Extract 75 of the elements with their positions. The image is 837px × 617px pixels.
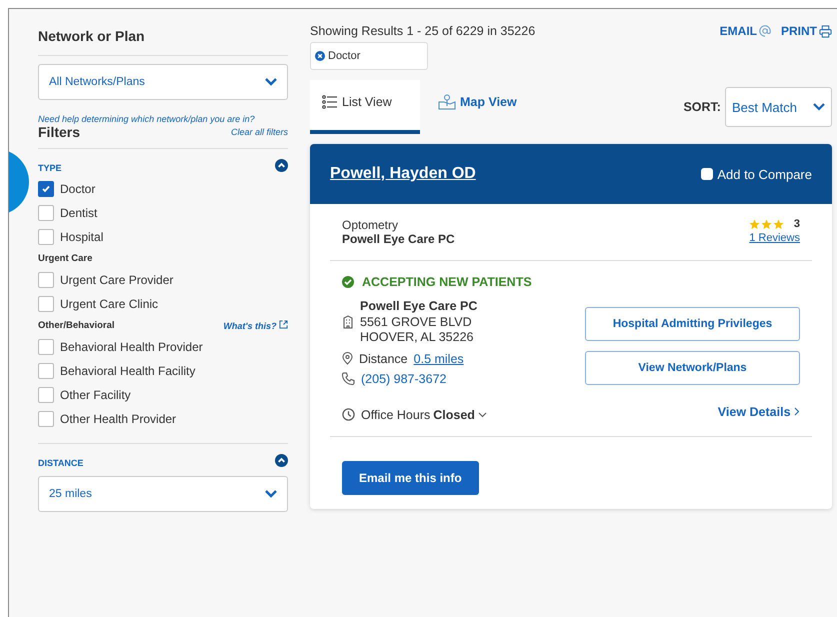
- phone-icon: [342, 372, 355, 386]
- results-summary: Showing Results 1 - 25 of 6229 in 35226: [310, 24, 536, 38]
- filter-section-title: TYPE: [38, 163, 62, 173]
- collapse-toggle-icon[interactable]: [275, 454, 288, 466]
- view-tab[interactable]: List View: [310, 80, 420, 134]
- clock-icon: [342, 408, 355, 422]
- compare-label: Add to Compare: [717, 166, 812, 182]
- checkmark-icon: [41, 184, 51, 194]
- sort-label: SORT:: [683, 100, 721, 114]
- collapse-toggle-icon[interactable]: [275, 158, 288, 172]
- specialty-text: Optometry: [342, 218, 400, 232]
- checkbox[interactable]: [38, 181, 54, 197]
- checkbox-label: Behavioral Health Provider: [60, 340, 203, 354]
- print-link[interactable]: PRINT: [781, 24, 832, 38]
- chevron-right-icon: [794, 406, 800, 416]
- filter-group-title: Other/Behavioral: [38, 320, 115, 331]
- check-circle-icon: [342, 276, 354, 288]
- map-pin-icon: [342, 352, 353, 366]
- checkbox[interactable]: [38, 411, 54, 427]
- help-link[interactable]: Need help determining which network/plan you are in?: [38, 114, 288, 124]
- chevron-down-icon: [478, 412, 487, 418]
- chevron-down-icon: [813, 103, 825, 111]
- checkbox[interactable]: [38, 296, 54, 312]
- checkbox[interactable]: [38, 387, 54, 403]
- email-info-button[interactable]: Email me this info: [342, 460, 479, 495]
- chevron-down-icon: [265, 490, 277, 498]
- view-details-link[interactable]: View Details: [718, 404, 800, 419]
- practice-name: Powell Eye Care PC: [342, 232, 455, 246]
- outline-button[interactable]: View Network/Plans: [585, 351, 800, 385]
- checkbox-label: Urgent Care Provider: [60, 273, 174, 287]
- reviews-link[interactable]: 1 Reviews: [749, 232, 800, 244]
- filters-title: Filters: [38, 124, 80, 140]
- map-icon: [438, 94, 456, 110]
- network-dropdown[interactable]: All Networks/Plans: [38, 64, 288, 100]
- distance-link[interactable]: 0.5 miles: [414, 352, 464, 366]
- building-icon: [342, 315, 354, 330]
- checkbox-label: Dentist: [60, 206, 98, 220]
- filter-chip[interactable]: Doctor: [310, 42, 428, 70]
- provider-name-link[interactable]: Powell, Hayden OD: [330, 165, 476, 183]
- checkbox-label: Other Facility: [60, 388, 131, 402]
- checkbox-label: Urgent Care Clinic: [60, 297, 158, 311]
- address-name: Powell Eye Care PC: [360, 299, 478, 315]
- address-line: 5561 GROVE BLVD: [360, 314, 473, 330]
- checkbox-label: Doctor: [60, 182, 96, 196]
- status-text: ACCEPTING NEW PATIENTS: [362, 275, 532, 289]
- distance-label: Distance: [359, 352, 408, 366]
- office-hours-toggle[interactable]: Office Hours Closed: [361, 408, 487, 422]
- filter-section-title: DISTANCE: [38, 458, 84, 468]
- checkbox-label: Other Health Provider: [60, 412, 176, 426]
- info-link[interactable]: What's this?: [223, 320, 288, 331]
- checkbox-label: Behavioral Health Facility: [60, 364, 196, 378]
- sort-dropdown[interactable]: Best Match: [724, 87, 832, 127]
- at-sign-icon: [759, 25, 771, 37]
- chevron-down-icon: [265, 78, 277, 86]
- compare-checkbox[interactable]: [701, 168, 714, 180]
- checkbox[interactable]: [38, 363, 54, 379]
- section-title: Network or Plan: [38, 27, 146, 46]
- checkbox[interactable]: [38, 339, 54, 355]
- email-link[interactable]: EMAIL: [720, 24, 771, 38]
- phone-link[interactable]: (205) 987-3672: [361, 372, 446, 386]
- external-link-icon: [279, 320, 288, 329]
- address-line: HOOVER, AL 35226: [360, 330, 474, 346]
- remove-icon[interactable]: [315, 51, 325, 61]
- list-icon: [322, 95, 338, 109]
- view-tab[interactable]: Map View: [426, 80, 536, 134]
- checkbox-label: Hospital: [60, 230, 104, 244]
- filter-group-title: Urgent Care: [38, 253, 92, 264]
- printer-icon: [819, 24, 832, 38]
- checkbox[interactable]: [38, 272, 54, 288]
- outline-button[interactable]: Hospital Admitting Privileges: [585, 307, 800, 341]
- checkbox[interactable]: [38, 229, 54, 245]
- checkbox[interactable]: [38, 205, 54, 221]
- distance-dropdown[interactable]: 25 miles: [38, 476, 288, 512]
- rating-value: 3: [794, 218, 800, 230]
- clear-filters-link[interactable]: Clear all filters: [230, 127, 288, 137]
